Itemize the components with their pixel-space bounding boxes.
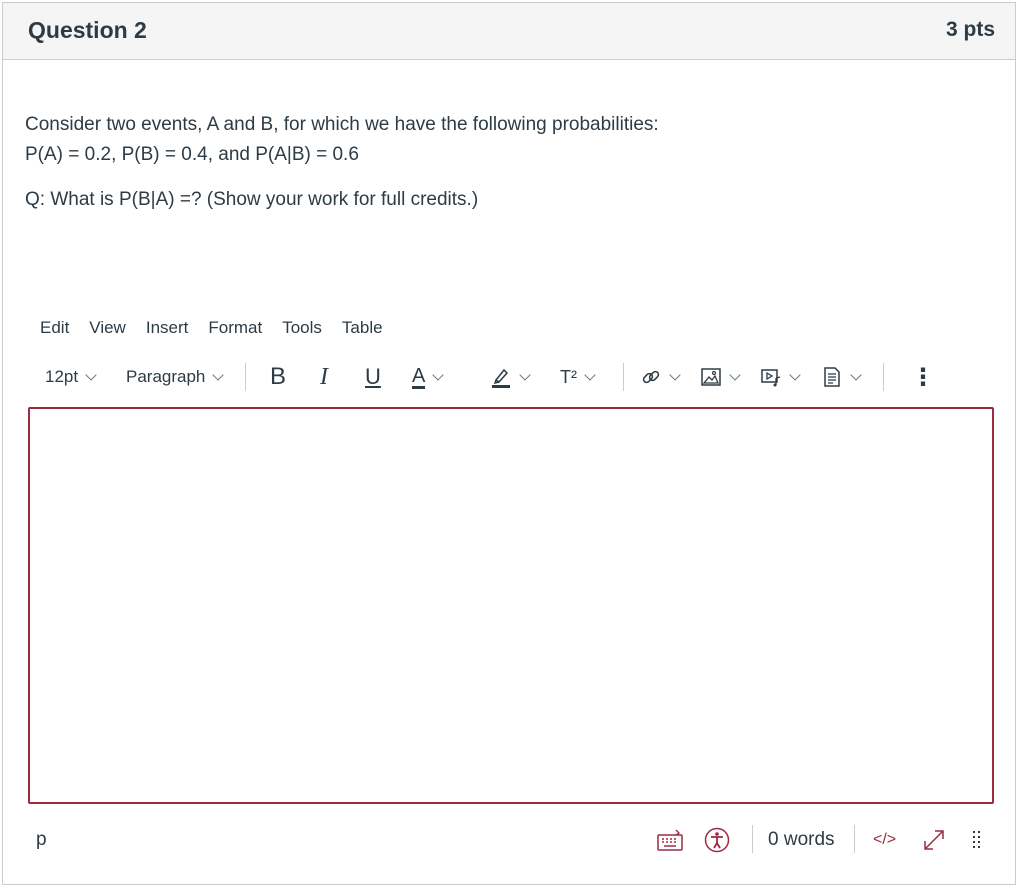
statusbar-divider bbox=[854, 825, 855, 853]
resize-handle[interactable] bbox=[971, 820, 983, 860]
toolbar-divider bbox=[883, 363, 884, 391]
font-size-value: 12pt bbox=[45, 367, 79, 386]
italic-button[interactable]: I bbox=[320, 360, 328, 394]
editor-toolbar: 12pt Paragraph B I U A T² ⋮ bbox=[28, 360, 994, 394]
menu-edit[interactable]: Edit bbox=[40, 318, 69, 340]
toolbar-divider bbox=[245, 363, 246, 391]
text-color-button[interactable]: A bbox=[412, 360, 445, 394]
chevron-down-icon bbox=[850, 368, 862, 381]
superscript-button[interactable]: T² bbox=[560, 360, 596, 394]
fullscreen-button[interactable] bbox=[921, 820, 947, 860]
block-format-select[interactable]: Paragraph bbox=[126, 360, 225, 394]
element-path[interactable]: p bbox=[36, 820, 47, 860]
italic-icon: I bbox=[320, 363, 328, 390]
document-icon bbox=[824, 367, 840, 387]
bold-icon: B bbox=[270, 363, 287, 390]
underline-button[interactable]: U bbox=[365, 360, 381, 394]
menu-table[interactable]: Table bbox=[342, 318, 383, 340]
chevron-down-icon bbox=[85, 368, 97, 381]
chevron-down-icon bbox=[432, 368, 445, 381]
superscript-icon: T² bbox=[560, 366, 577, 387]
menu-format[interactable]: Format bbox=[208, 318, 262, 340]
image-icon bbox=[701, 368, 721, 386]
chevron-down-icon bbox=[669, 368, 681, 381]
document-button[interactable] bbox=[821, 360, 862, 394]
image-button[interactable] bbox=[700, 360, 741, 394]
statusbar-divider bbox=[752, 825, 753, 853]
highlight-color-button[interactable] bbox=[490, 360, 531, 394]
word-count[interactable]: 0 words bbox=[768, 820, 835, 860]
text-color-icon: A bbox=[412, 364, 426, 389]
keyboard-shortcuts-button[interactable] bbox=[656, 820, 684, 860]
accessibility-icon bbox=[704, 827, 730, 853]
keyboard-icon bbox=[657, 829, 683, 851]
question-text-line-2: P(A) = 0.2, P(B) = 0.4, and P(A|B) = 0.6 bbox=[25, 144, 359, 165]
underline-icon: U bbox=[365, 364, 381, 389]
question-text-line-1: Consider two events, A and B, for which … bbox=[25, 114, 659, 135]
accessibility-checker-button[interactable] bbox=[704, 820, 730, 860]
expand-icon bbox=[924, 830, 944, 850]
bold-button[interactable]: B bbox=[270, 360, 286, 394]
media-button[interactable] bbox=[760, 360, 801, 394]
more-vertical-icon: ⋮ bbox=[911, 363, 935, 391]
menu-view[interactable]: View bbox=[89, 318, 126, 340]
media-icon bbox=[761, 369, 781, 387]
block-format-value: Paragraph bbox=[126, 367, 206, 386]
question-title: Question 2 bbox=[28, 17, 147, 43]
chevron-down-icon bbox=[584, 368, 596, 381]
question-header: Question 2 3 pts bbox=[3, 3, 1015, 60]
link-button[interactable] bbox=[640, 360, 681, 394]
question-points: 3 pts bbox=[945, 18, 995, 41]
question-text-line-3: Q: What is P(B|A) =? (Show your work for… bbox=[25, 189, 479, 210]
chevron-down-icon bbox=[519, 368, 531, 381]
more-options-button[interactable]: ⋮ bbox=[911, 360, 935, 394]
rich-text-editor-area[interactable] bbox=[28, 407, 994, 804]
editor-menubar: Edit View Insert Format Tools Table bbox=[40, 318, 383, 340]
chevron-down-icon bbox=[789, 368, 801, 381]
menu-tools[interactable]: Tools bbox=[282, 318, 322, 340]
drag-handle-icon bbox=[973, 831, 980, 848]
link-icon bbox=[642, 370, 660, 384]
highlighter-icon bbox=[492, 368, 510, 388]
toolbar-divider bbox=[623, 363, 624, 391]
chevron-down-icon bbox=[212, 368, 225, 381]
html-editor-toggle[interactable]: </> bbox=[873, 820, 896, 860]
menu-insert[interactable]: Insert bbox=[146, 318, 189, 340]
editor-statusbar: p 0 words </> bbox=[28, 820, 994, 860]
chevron-down-icon bbox=[729, 368, 741, 381]
font-size-select[interactable]: 12pt bbox=[45, 360, 97, 394]
